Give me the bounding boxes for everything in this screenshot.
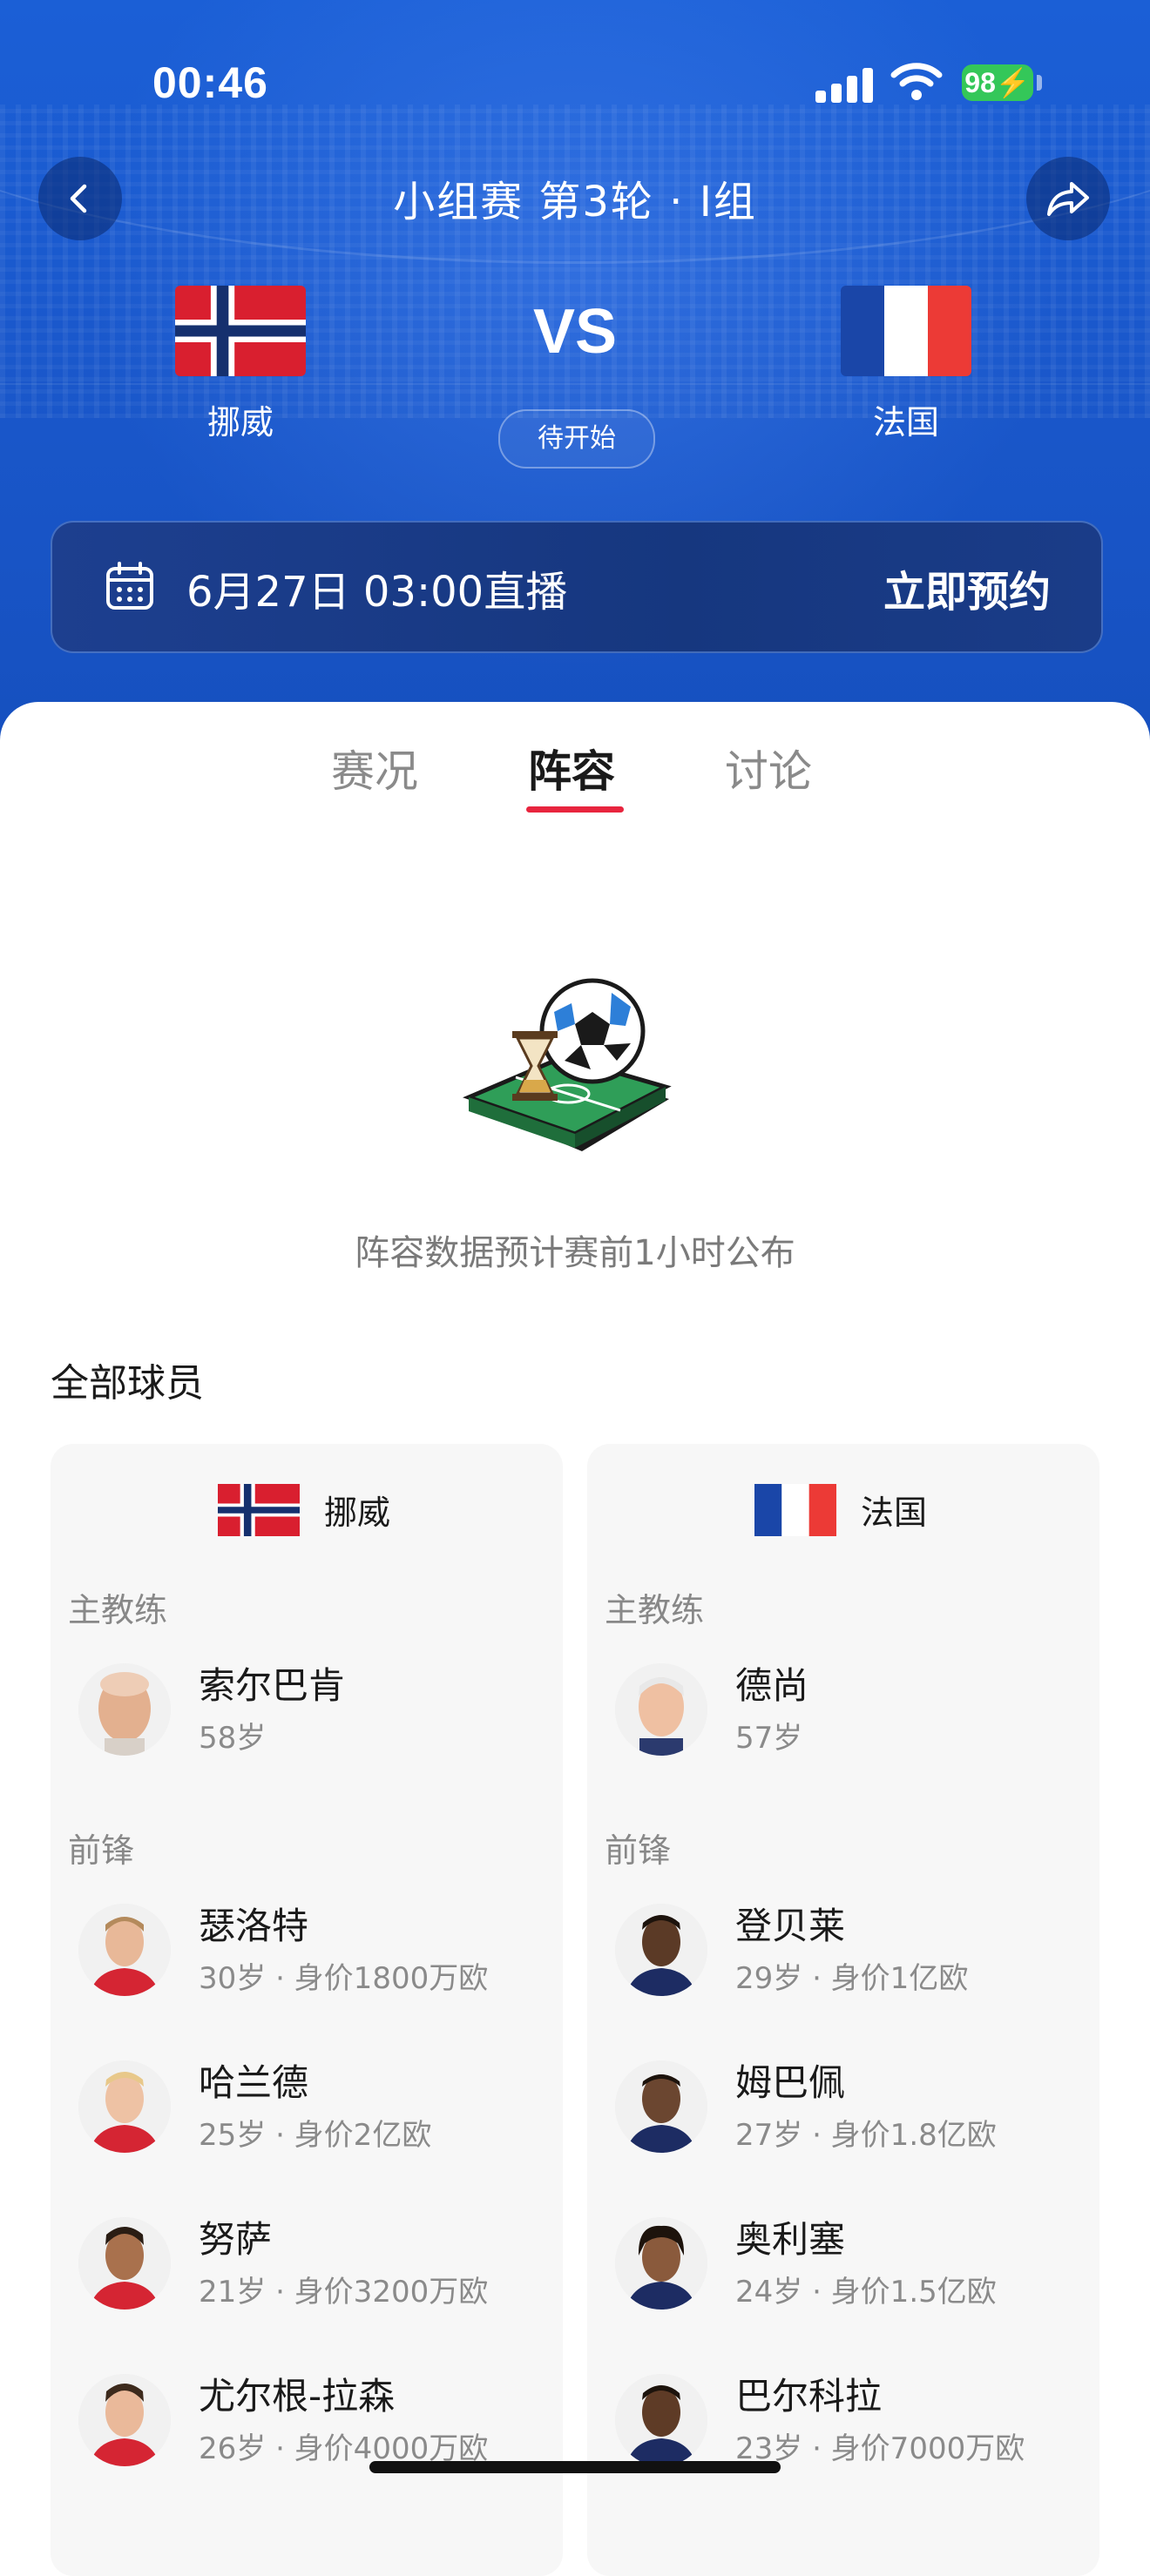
player-info: 30岁 · 身价1800万欧 xyxy=(199,1961,489,1996)
away-team[interactable]: 法国 xyxy=(775,286,1037,443)
home-squad-card: 挪威 主教练 索尔巴肯 58岁 前锋 瑟洛特 30岁 · 身价1800万欧 哈兰… xyxy=(51,1444,563,2576)
avatar xyxy=(78,2060,171,2153)
battery-level: 98 xyxy=(964,67,996,98)
player-row[interactable]: 奥利塞 24岁 · 身价1.5亿欧 xyxy=(605,2210,1092,2332)
player-info: 24岁 · 身价1.5亿欧 xyxy=(735,2275,997,2310)
wifi-icon xyxy=(890,63,943,100)
avatar xyxy=(78,2217,171,2310)
tab-lineup[interactable]: 阵容 xyxy=(528,737,615,799)
player-info: 23岁 · 身价7000万欧 xyxy=(735,2431,1025,2466)
content-sheet: 赛况 阵容 讨论 阵容数据预计赛前1小时公布 全部球员 挪威 主教练 索尔巴肯 … xyxy=(0,702,1150,2576)
player-name: 姆巴佩 xyxy=(735,2061,846,2104)
broadcast-time: 6月27日 03:00直播 xyxy=(186,568,568,617)
lineup-pending-message: 阵容数据预计赛前1小时公布 xyxy=(355,1233,795,1273)
coach-age: 58岁 xyxy=(199,1721,267,1756)
france-flag-icon xyxy=(754,1484,836,1536)
avatar xyxy=(615,2060,707,2153)
live-reminder-bar[interactable]: 6月27日 03:00直播 立即预约 xyxy=(51,521,1103,653)
player-row[interactable]: 瑟洛特 30岁 · 身价1800万欧 xyxy=(68,1897,556,2019)
away-team-name: 法国 xyxy=(872,403,939,442)
tab-bar: 赛况 阵容 讨论 xyxy=(0,702,1150,841)
coach-name: 索尔巴肯 xyxy=(199,1664,346,1707)
player-info: 21岁 · 身价3200万欧 xyxy=(199,2275,489,2310)
tab-match-status[interactable]: 赛况 xyxy=(331,737,418,799)
chevron-left-icon xyxy=(70,184,87,213)
away-squad-header: 法国 xyxy=(587,1477,1099,1538)
player-row[interactable]: 哈兰德 25岁 · 身价2亿欧 xyxy=(68,2053,556,2175)
home-squad-name: 挪威 xyxy=(324,1494,391,1532)
home-squad-header: 挪威 xyxy=(51,1477,563,1538)
back-button[interactable] xyxy=(38,157,122,240)
player-name: 尤尔根-拉森 xyxy=(199,2375,396,2418)
home-indicator[interactable] xyxy=(369,2461,781,2473)
match-header: 00:46 98⚡ 小组赛 第3轮 · I组 挪威 VS 待开始 法国 6月27… xyxy=(0,0,1150,749)
status-time: 00:46 xyxy=(152,58,268,107)
player-info: 29岁 · 身价1亿欧 xyxy=(735,1961,969,1996)
page-title: 小组赛 第3轮 · I组 xyxy=(393,178,757,226)
coach-row[interactable]: 德尚 57岁 xyxy=(605,1656,1092,1778)
coach-name: 德尚 xyxy=(735,1664,809,1707)
norway-flag-icon xyxy=(175,286,306,376)
active-tab-indicator xyxy=(526,806,624,813)
coach-label: 主教练 xyxy=(605,1591,705,1629)
avatar xyxy=(78,2374,171,2466)
home-team[interactable]: 挪威 xyxy=(110,286,371,443)
player-name: 奥利塞 xyxy=(735,2218,846,2261)
avatar xyxy=(78,1904,171,1996)
player-info: 25岁 · 身价2亿欧 xyxy=(199,2118,432,2153)
avatar xyxy=(615,1904,707,1996)
avatar xyxy=(78,1663,171,1756)
player-name: 努萨 xyxy=(199,2218,273,2261)
player-name: 哈兰德 xyxy=(199,2061,309,2104)
tab-discussion[interactable]: 讨论 xyxy=(725,737,812,799)
player-name: 巴尔科拉 xyxy=(735,2375,883,2418)
avatar xyxy=(615,2217,707,2310)
player-row[interactable]: 努萨 21岁 · 身价3200万欧 xyxy=(68,2210,556,2332)
share-icon xyxy=(1047,182,1089,216)
player-row[interactable]: 姆巴佩 27岁 · 身价1.8亿欧 xyxy=(605,2053,1092,2175)
avatar xyxy=(615,1663,707,1756)
avatar xyxy=(615,2374,707,2466)
france-flag-icon xyxy=(841,286,971,376)
player-info: 27岁 · 身价1.8亿欧 xyxy=(735,2118,997,2153)
share-button[interactable] xyxy=(1026,157,1110,240)
norway-flag-icon xyxy=(218,1484,300,1536)
coach-row[interactable]: 索尔巴肯 58岁 xyxy=(68,1656,556,1778)
lineup-pending-illustration xyxy=(463,978,672,1151)
reserve-button[interactable]: 立即预约 xyxy=(883,557,1051,618)
battery-indicator: 98⚡ xyxy=(962,64,1033,101)
cellular-signal-icon xyxy=(815,64,873,103)
away-squad-card: 法国 主教练 德尚 57岁 前锋 登贝莱 29岁 · 身价1亿欧 姆巴佩 27岁… xyxy=(587,1444,1099,2576)
all-players-title: 全部球员 xyxy=(51,1361,204,1406)
coach-label: 主教练 xyxy=(68,1591,168,1629)
match-status-badge: 待开始 xyxy=(498,409,655,469)
coach-age: 57岁 xyxy=(735,1721,803,1756)
forward-label: 前锋 xyxy=(68,1831,135,1870)
player-row[interactable]: 登贝莱 29岁 · 身价1亿欧 xyxy=(605,1897,1092,2019)
calendar-icon xyxy=(106,562,153,610)
player-name: 瑟洛特 xyxy=(199,1905,309,1947)
player-name: 登贝莱 xyxy=(735,1905,846,1947)
vs-label: VS xyxy=(532,297,618,367)
forward-label: 前锋 xyxy=(605,1831,672,1870)
away-squad-name: 法国 xyxy=(861,1494,928,1532)
home-team-name: 挪威 xyxy=(206,403,274,442)
